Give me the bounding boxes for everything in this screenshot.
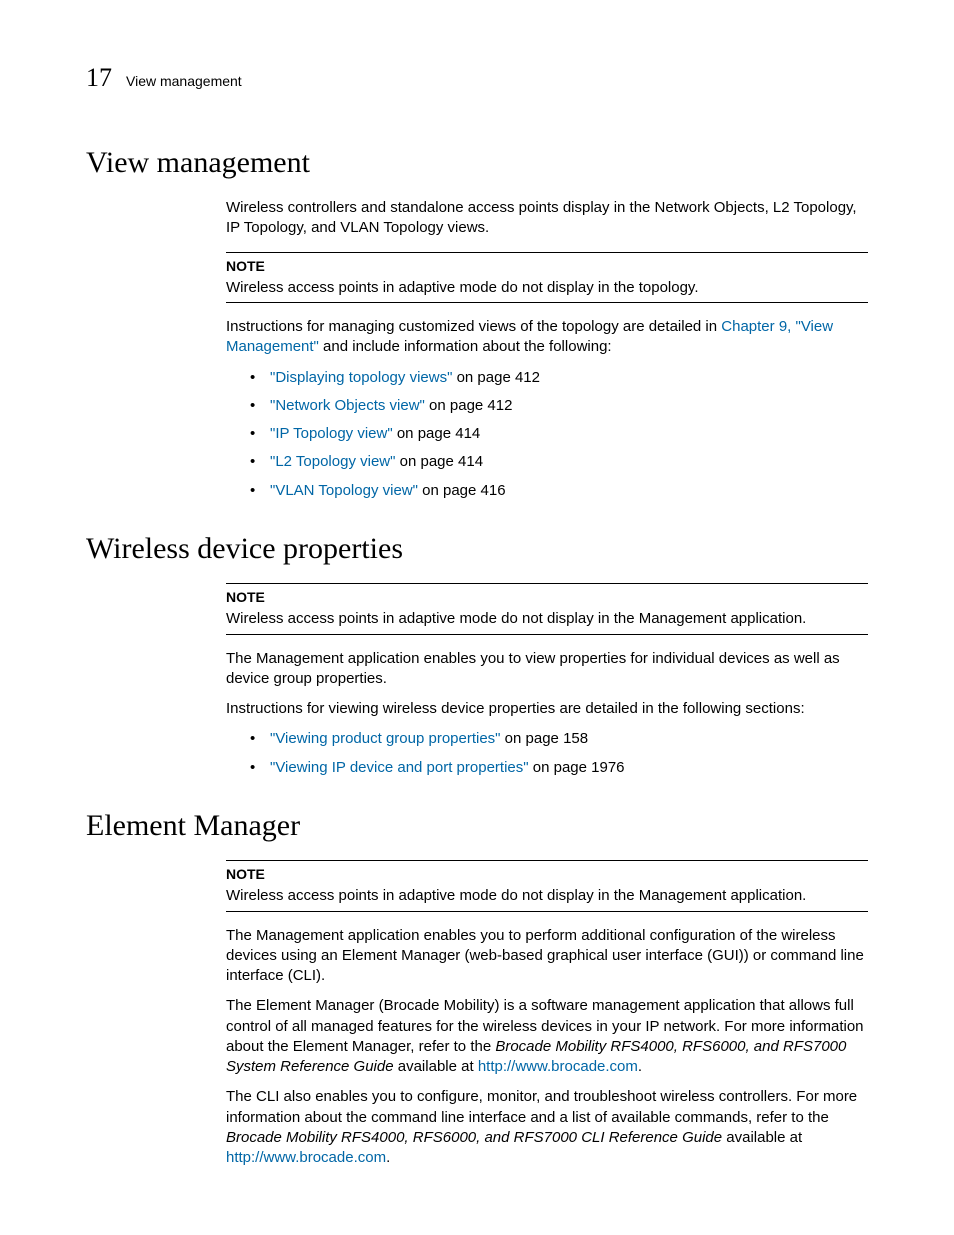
emphasis: Brocade Mobility RFS4000, RFS6000, and R…	[226, 1129, 722, 1146]
note-label: NOTE	[226, 865, 868, 884]
text-run: on page 416	[418, 482, 506, 499]
note-label: NOTE	[226, 588, 868, 607]
list-item: "VLAN Topology view" on page 416	[250, 481, 868, 501]
text-run: on page 414	[393, 425, 481, 442]
note-box: NOTE Wireless access points in adaptive …	[226, 860, 868, 911]
paragraph: Instructions for viewing wireless device…	[226, 699, 868, 719]
list-item: "L2 Topology view" on page 414	[250, 452, 868, 472]
text-run: .	[386, 1149, 390, 1166]
cross-reference-link[interactable]: "Displaying topology views"	[270, 369, 452, 386]
text-run: on page 414	[395, 453, 483, 470]
cross-reference-link[interactable]: "L2 Topology view"	[270, 453, 395, 470]
paragraph: The Management application enables you t…	[226, 649, 868, 690]
heading-view-management: View management	[86, 143, 868, 184]
list-item: "Network Objects view" on page 412	[250, 396, 868, 416]
text-run: available at	[722, 1129, 802, 1146]
text-run: Instructions for managing customized vie…	[226, 318, 721, 335]
heading-wireless-device-properties: Wireless device properties	[86, 529, 868, 570]
text-run: on page 1976	[529, 759, 625, 776]
paragraph: The Management application enables you t…	[226, 926, 868, 987]
list-item: "Displaying topology views" on page 412	[250, 368, 868, 388]
note-box: NOTE Wireless access points in adaptive …	[226, 583, 868, 634]
text-run: available at	[394, 1058, 478, 1075]
cross-reference-link[interactable]: "Viewing product group properties"	[270, 730, 501, 747]
bullet-list: "Viewing product group properties" on pa…	[250, 729, 868, 778]
list-item: "Viewing IP device and port properties" …	[250, 758, 868, 778]
document-page: 17 View management View management Wirel…	[0, 0, 954, 1235]
text-run: The CLI also enables you to configure, m…	[226, 1088, 857, 1125]
section-body-element-manager: NOTE Wireless access points in adaptive …	[226, 860, 868, 1168]
cross-reference-link[interactable]: "Network Objects view"	[270, 397, 425, 414]
section-body-wireless-props: NOTE Wireless access points in adaptive …	[226, 583, 868, 777]
cross-reference-link[interactable]: "Viewing IP device and port properties"	[270, 759, 529, 776]
external-link[interactable]: http://www.brocade.com	[226, 1149, 386, 1166]
heading-element-manager: Element Manager	[86, 806, 868, 847]
running-header: 17 View management	[86, 60, 868, 95]
chapter-number: 17	[86, 60, 112, 95]
note-label: NOTE	[226, 257, 868, 276]
bullet-list: "Displaying topology views" on page 412 …	[250, 368, 868, 501]
note-box: NOTE Wireless access points in adaptive …	[226, 252, 868, 303]
text-run: on page 412	[425, 397, 513, 414]
text-run: on page 412	[452, 369, 540, 386]
text-run: and include information about the follow…	[319, 338, 612, 355]
paragraph: The CLI also enables you to configure, m…	[226, 1087, 868, 1168]
chapter-title: View management	[126, 72, 242, 91]
list-item: "Viewing product group properties" on pa…	[250, 729, 868, 749]
paragraph: Wireless controllers and standalone acce…	[226, 198, 868, 239]
cross-reference-link[interactable]: "VLAN Topology view"	[270, 482, 418, 499]
paragraph: Instructions for managing customized vie…	[226, 317, 868, 358]
note-text: Wireless access points in adaptive mode …	[226, 610, 806, 627]
note-text: Wireless access points in adaptive mode …	[226, 887, 806, 904]
external-link[interactable]: http://www.brocade.com	[478, 1058, 638, 1075]
section-body-view-management: Wireless controllers and standalone acce…	[226, 198, 868, 501]
note-text: Wireless access points in adaptive mode …	[226, 279, 699, 296]
list-item: "IP Topology view" on page 414	[250, 424, 868, 444]
cross-reference-link[interactable]: "IP Topology view"	[270, 425, 393, 442]
paragraph: The Element Manager (Brocade Mobility) i…	[226, 996, 868, 1077]
text-run: .	[638, 1058, 642, 1075]
text-run: on page 158	[501, 730, 589, 747]
